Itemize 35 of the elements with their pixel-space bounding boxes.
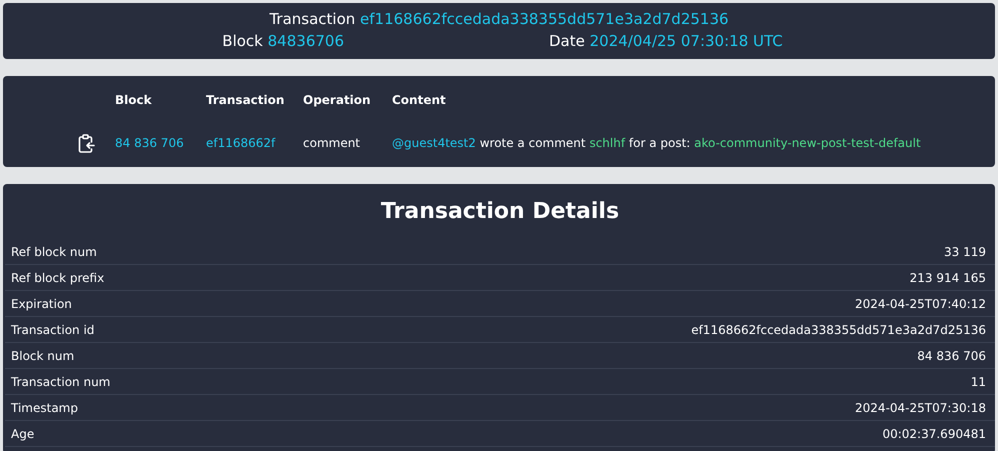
column-header: Transaction — [206, 93, 286, 107]
field-value: 11 — [970, 374, 986, 388]
field-value: 00:02:37.690481 — [882, 426, 986, 440]
field-label: Transaction num — [11, 374, 110, 388]
field-label: Timestamp — [11, 400, 78, 414]
date-label: Date — [549, 32, 585, 50]
field-label: Transaction id — [11, 322, 94, 336]
field-value: 213 914 165 — [910, 270, 986, 284]
account-link[interactable]: @guest4test2 — [392, 136, 476, 150]
column-header: Block — [115, 93, 153, 107]
field-value: 33 119 — [944, 244, 986, 258]
field-label: Expiration — [11, 296, 72, 310]
operation-type: comment — [303, 136, 362, 150]
transaction-link[interactable]: ef1168662f — [206, 136, 303, 150]
field-value: 84 836 706 — [917, 348, 986, 362]
section-title: Transaction Details — [380, 198, 620, 226]
clipboard-arrow-icon — [78, 134, 95, 152]
block-label: Block — [222, 32, 263, 50]
transaction-hash: ef1168662fccedada338355dd571e3a2d7d25136 — [360, 10, 729, 28]
column-header: Operation — [303, 93, 372, 107]
operation-content: @guest4test2 wrote a comment schlhf for a post: ako-community-new-post-test-default — [392, 136, 922, 150]
field-value: 2024-04-25T07:30:18 — [855, 400, 986, 414]
transaction-label: Transaction — [269, 10, 356, 28]
field-label: Ref block prefix — [11, 270, 104, 284]
post-link[interactable]: schlhf — [589, 136, 626, 150]
field-label: Block num — [11, 348, 74, 362]
field-value: 2024-04-25T07:40:12 — [855, 296, 986, 310]
block-number: 84836706 — [268, 32, 344, 50]
date-value: 2024/04/25 07:30:18 UTC — [590, 32, 783, 50]
field-label: Age — [11, 426, 34, 440]
post-link[interactable]: ako-community-new-post-test-default — [694, 136, 921, 150]
block-link[interactable]: 84 836 706 — [115, 136, 206, 150]
column-header: Content — [392, 93, 447, 107]
field-value: ef1168662fccedada338355dd571e3a2d7d25136 — [691, 322, 986, 336]
field-label: Ref block num — [11, 244, 97, 258]
